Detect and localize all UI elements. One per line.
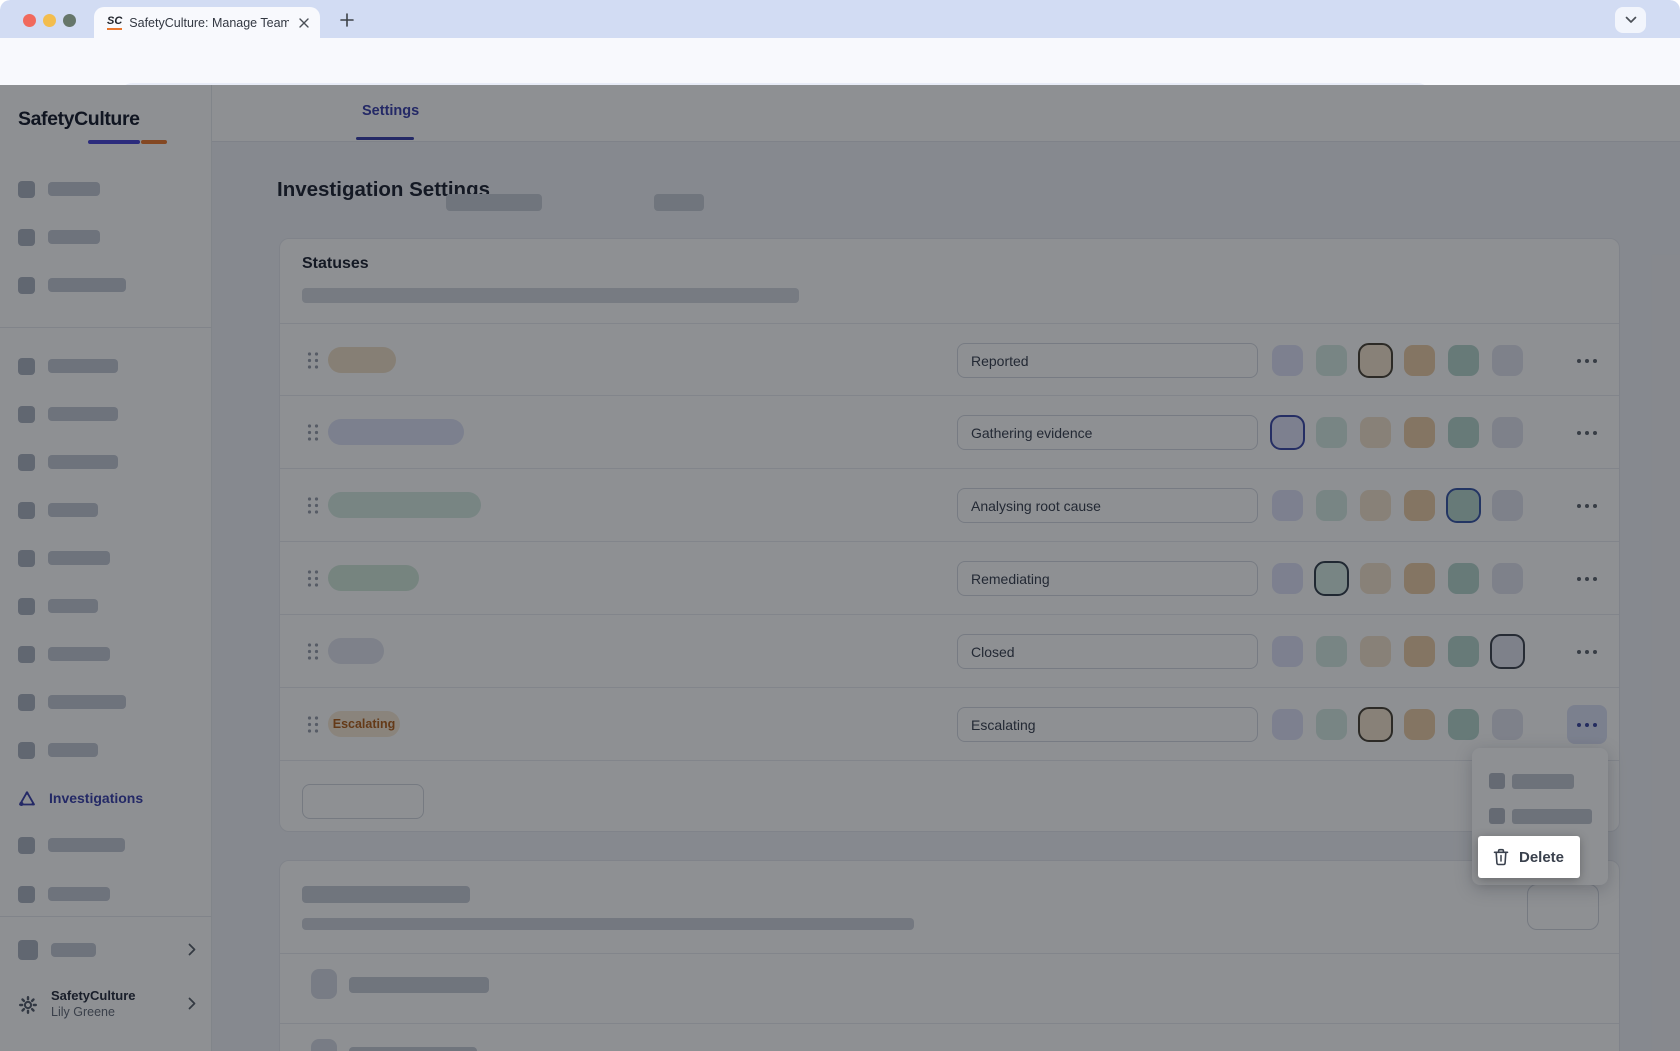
close-window-button[interactable] [23,14,36,27]
trash-icon [1493,848,1509,866]
tab-title: SafetyCulture: Manage Teams and… [129,16,289,30]
delete-menu-item[interactable]: Delete [1478,836,1580,878]
tab-search-button[interactable] [1615,7,1646,33]
minimize-window-button[interactable] [43,14,56,27]
maximize-window-button[interactable] [63,14,76,27]
browser-window: SC SafetyCulture: Manage Teams and… http… [0,0,1680,1051]
tab-strip: SC SafetyCulture: Manage Teams and… [0,0,1680,38]
delete-label: Delete [1519,849,1564,866]
tab-close-icon[interactable] [298,17,310,29]
safetyculture-favicon: SC [107,16,122,30]
browser-toolbar: https://app.safetyculture.com/investigat… [0,38,1680,85]
browser-tab[interactable]: SC SafetyCulture: Manage Teams and… [94,7,320,38]
dim-overlay [0,85,1680,1051]
new-tab-button[interactable] [336,9,358,31]
traffic-lights [23,14,76,27]
